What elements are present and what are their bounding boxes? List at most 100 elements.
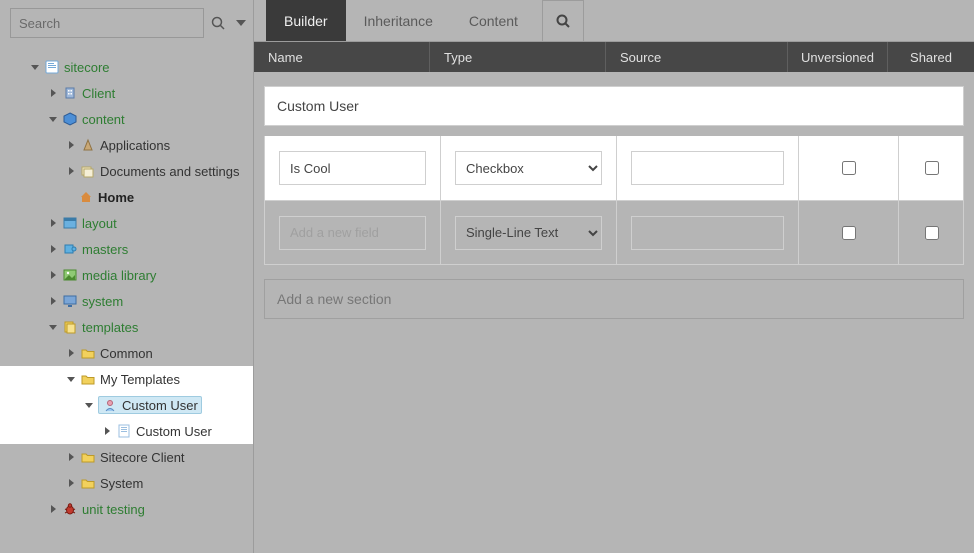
tree-node-media[interactable]: media library [0,262,253,288]
expander-icon[interactable] [48,270,58,280]
templates-icon [62,319,78,335]
expander-icon[interactable] [66,140,76,150]
tree-label: Client [82,86,115,101]
field-name-input[interactable] [279,151,426,185]
tree-node-client[interactable]: Client [0,80,253,106]
search-row [0,0,253,50]
tree-node-system-templates[interactable]: System [0,470,253,496]
field-row-new: Single-Line Text Checkbox [265,200,963,264]
tree-label: Applications [100,138,170,153]
tree-label: My Templates [100,372,180,387]
column-type: Type [430,42,606,72]
search-icon [555,13,571,29]
column-unversioned: Unversioned [788,42,888,72]
tab-inheritance[interactable]: Inheritance [346,0,451,41]
expander-icon[interactable] [66,374,76,384]
expander-icon[interactable] [48,296,58,306]
expander-icon[interactable] [48,504,58,514]
cube-icon [62,111,78,127]
tree-label: masters [82,242,128,257]
column-source: Source [606,42,788,72]
tree-node-documents[interactable]: Documents and settings [0,158,253,184]
tree-label: templates [82,320,138,335]
expander-icon[interactable] [84,400,94,410]
tree-label: system [82,294,123,309]
puzzle-icon [62,241,78,257]
tree-node-sitecore[interactable]: sitecore [0,54,253,80]
section-name[interactable]: Custom User [264,86,964,126]
expander-icon[interactable] [48,88,58,98]
image-icon [62,267,78,283]
field-unversioned-checkbox[interactable] [842,226,856,240]
field-source-input[interactable] [631,216,784,250]
tree-node-templates[interactable]: templates [0,314,253,340]
expander-icon[interactable] [48,114,58,124]
column-name: Name [254,42,430,72]
folder-icon [80,475,96,491]
tree-label: Sitecore Client [100,450,185,465]
expander-icon[interactable] [66,452,76,462]
field-type-select[interactable]: Checkbox Single-Line Text [455,151,602,185]
field-name-input[interactable] [279,216,426,250]
tree-node-home[interactable]: Home [0,184,253,210]
tree-node-custom-user[interactable]: Custom User [0,392,253,418]
tree-node-masters[interactable]: masters [0,236,253,262]
folder-stack-icon [80,163,96,179]
monitor-icon [62,293,78,309]
tree-label: content [82,112,125,127]
tree-node-system[interactable]: system [0,288,253,314]
tree-node-content[interactable]: content [0,106,253,132]
tab-builder[interactable]: Builder [266,0,346,41]
add-section-input[interactable]: Add a new section [264,279,964,319]
search-input[interactable] [10,8,204,38]
field-row: Checkbox Single-Line Text [265,136,963,200]
main-panel: Builder Inheritance Content Name Type So… [254,0,974,553]
content-tree: sitecore Client content [0,50,253,553]
tab-content[interactable]: Content [451,0,536,41]
search-icon[interactable] [210,13,226,33]
expander-icon[interactable] [30,62,40,72]
section-icon [116,423,132,439]
tree-label: Common [100,346,153,361]
expander-icon[interactable] [102,426,112,436]
bug-icon [62,501,78,517]
app-icon [80,137,96,153]
tree-label: Documents and settings [100,164,239,179]
builder-content: Custom User Checkbox Single-Line Text [254,76,974,319]
tree-node-my-templates[interactable]: My Templates [0,366,253,392]
field-type-select[interactable]: Single-Line Text Checkbox [455,216,602,250]
tree-node-sitecore-client[interactable]: Sitecore Client [0,444,253,470]
user-template-icon [102,397,118,413]
tree-node-common[interactable]: Common [0,340,253,366]
layout-icon [62,215,78,231]
tree-node-unit-testing[interactable]: unit testing [0,496,253,522]
expander-icon[interactable] [66,348,76,358]
search-dropdown-icon[interactable] [236,20,246,26]
tree-node-applications[interactable]: Applications [0,132,253,158]
folder-icon [80,345,96,361]
sidebar: sitecore Client content [0,0,254,553]
expander-icon[interactable] [66,478,76,488]
tree-label: media library [82,268,156,283]
expander-icon[interactable] [48,218,58,228]
expander-icon[interactable] [66,166,76,176]
folder-icon [80,449,96,465]
field-unversioned-checkbox[interactable] [842,161,856,175]
tree-label: Custom User [136,424,212,439]
expander-icon[interactable] [48,322,58,332]
tree-label: Home [98,190,134,205]
expander-icon[interactable] [48,244,58,254]
tree-label: sitecore [64,60,110,75]
field-source-input[interactable] [631,151,784,185]
tree-node-custom-user-section[interactable]: Custom User [0,418,253,444]
tree-label: Custom User [122,398,198,413]
tab-search-button[interactable] [542,0,584,41]
field-shared-checkbox[interactable] [925,226,939,240]
tree-node-layout[interactable]: layout [0,210,253,236]
page-icon [44,59,60,75]
columns-header: Name Type Source Unversioned Shared [254,42,974,76]
building-icon [62,85,78,101]
field-shared-checkbox[interactable] [925,161,939,175]
tab-bar: Builder Inheritance Content [254,0,974,42]
home-icon [78,189,94,205]
